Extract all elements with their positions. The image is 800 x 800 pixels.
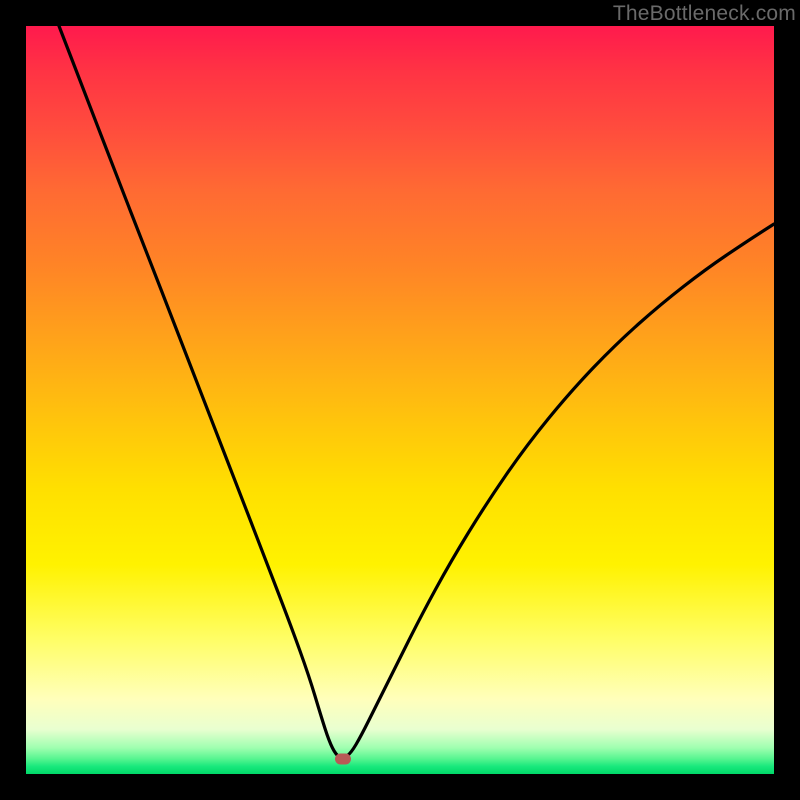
optimal-point-marker — [335, 754, 351, 765]
watermark-text: TheBottleneck.com — [613, 2, 796, 26]
chart-frame — [26, 26, 774, 774]
bottleneck-curve — [26, 26, 774, 774]
